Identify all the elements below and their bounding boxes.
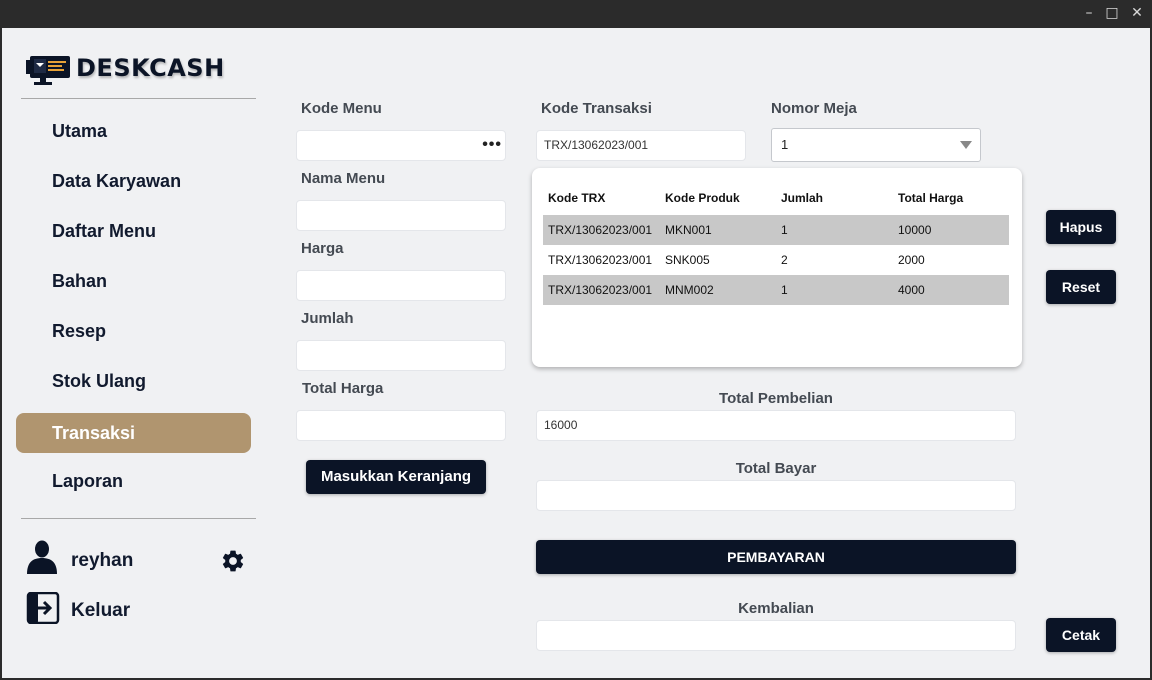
sidebar-divider: [21, 98, 256, 99]
total-pembelian-label: Total Pembelian: [719, 390, 833, 407]
kembalian-label: Kembalian: [738, 600, 814, 617]
nomor-meja-value: 1: [781, 137, 789, 152]
total-harga-field[interactable]: [296, 410, 506, 441]
column-header[interactable]: Kode TRX: [548, 191, 605, 205]
table-row[interactable]: TRX/13062023/001 SNK005 2 2000: [543, 245, 1009, 275]
table-cell: TRX/13062023/001: [548, 253, 653, 267]
sidebar-item-bahan[interactable]: Bahan: [16, 261, 251, 301]
table-row[interactable]: TRX/13062023/001 MKN001 1 10000: [543, 215, 1009, 245]
table-row[interactable]: TRX/13062023/001 MNM002 1 4000: [543, 275, 1009, 305]
nama-menu-label: Nama Menu: [301, 170, 386, 187]
sidebar-item-daftar-menu[interactable]: Daftar Menu: [16, 211, 251, 251]
harga-field[interactable]: [296, 270, 506, 301]
logout-icon[interactable]: [26, 592, 60, 624]
table-cell: 1: [781, 223, 788, 237]
total-harga-label: Total Harga: [302, 380, 384, 397]
column-header[interactable]: Kode Produk: [665, 191, 740, 205]
add-to-cart-button[interactable]: Masukkan Keranjang: [306, 460, 486, 494]
sidebar-item-stok-ulang[interactable]: Stok Ulang: [16, 361, 251, 401]
table-cell: 1: [781, 283, 788, 297]
logout-link[interactable]: Keluar: [71, 600, 130, 622]
nama-menu-field[interactable]: [296, 200, 506, 231]
table-cell: 4000: [898, 283, 925, 297]
jumlah-label: Jumlah: [301, 310, 354, 327]
kode-menu-field[interactable]: •••: [296, 130, 506, 161]
kembalian-field[interactable]: [536, 620, 1016, 651]
sidebar-divider: [21, 518, 256, 519]
delete-button[interactable]: Hapus: [1046, 210, 1116, 244]
close-icon[interactable]: ✕: [1128, 4, 1146, 22]
gear-icon[interactable]: [220, 548, 246, 574]
jumlah-field[interactable]: [296, 340, 506, 371]
sidebar-item-utama[interactable]: Utama: [16, 111, 251, 151]
table-cell: SNK005: [665, 253, 710, 267]
user-icon: [27, 540, 57, 574]
chevron-down-icon: [960, 141, 972, 149]
total-pembelian-field[interactable]: 16000: [536, 410, 1016, 441]
total-bayar-field[interactable]: [536, 480, 1016, 511]
print-button[interactable]: Cetak: [1046, 618, 1116, 652]
kode-menu-label: Kode Menu: [301, 100, 382, 117]
sidebar-item-laporan[interactable]: Laporan: [16, 461, 251, 501]
nomor-meja-select[interactable]: 1: [771, 128, 981, 162]
minimize-icon[interactable]: –: [1080, 4, 1098, 22]
table-cell: TRX/13062023/001: [548, 283, 653, 297]
cart-table: Kode TRX Kode Produk Jumlah Total Harga …: [532, 168, 1022, 367]
harga-label: Harga: [301, 240, 344, 257]
table-cell: MNM002: [665, 283, 714, 297]
table-cell: 2000: [898, 253, 925, 267]
app-brand: DESKCASH: [76, 54, 225, 82]
pay-button[interactable]: PEMBAYARAN: [536, 540, 1016, 574]
cash-register-icon: [26, 56, 70, 85]
more-options-icon[interactable]: •••: [482, 131, 502, 158]
sidebar-item-data-karyawan[interactable]: Data Karyawan: [16, 161, 251, 201]
column-header[interactable]: Jumlah: [781, 191, 823, 205]
sidebar-item-resep[interactable]: Resep: [16, 311, 251, 351]
column-header[interactable]: Total Harga: [898, 191, 963, 205]
table-cell: MKN001: [665, 223, 712, 237]
user-name: reyhan: [71, 550, 134, 571]
nomor-meja-label: Nomor Meja: [771, 100, 857, 117]
total-bayar-label: Total Bayar: [735, 460, 817, 477]
window-titlebar: – □ ✕: [0, 0, 1152, 28]
table-cell: 2: [781, 253, 788, 267]
sidebar-item-transaksi[interactable]: Transaksi: [16, 413, 251, 453]
reset-button[interactable]: Reset: [1046, 270, 1116, 304]
maximize-icon[interactable]: □: [1103, 4, 1121, 22]
kode-transaksi-field[interactable]: TRX/13062023/001: [536, 130, 746, 161]
table-cell: TRX/13062023/001: [548, 223, 653, 237]
table-cell: 10000: [898, 223, 932, 237]
app-window: DESKCASH Utama Data Karyawan Daftar Menu…: [2, 28, 1150, 678]
kode-transaksi-label: Kode Transaksi: [541, 100, 652, 117]
